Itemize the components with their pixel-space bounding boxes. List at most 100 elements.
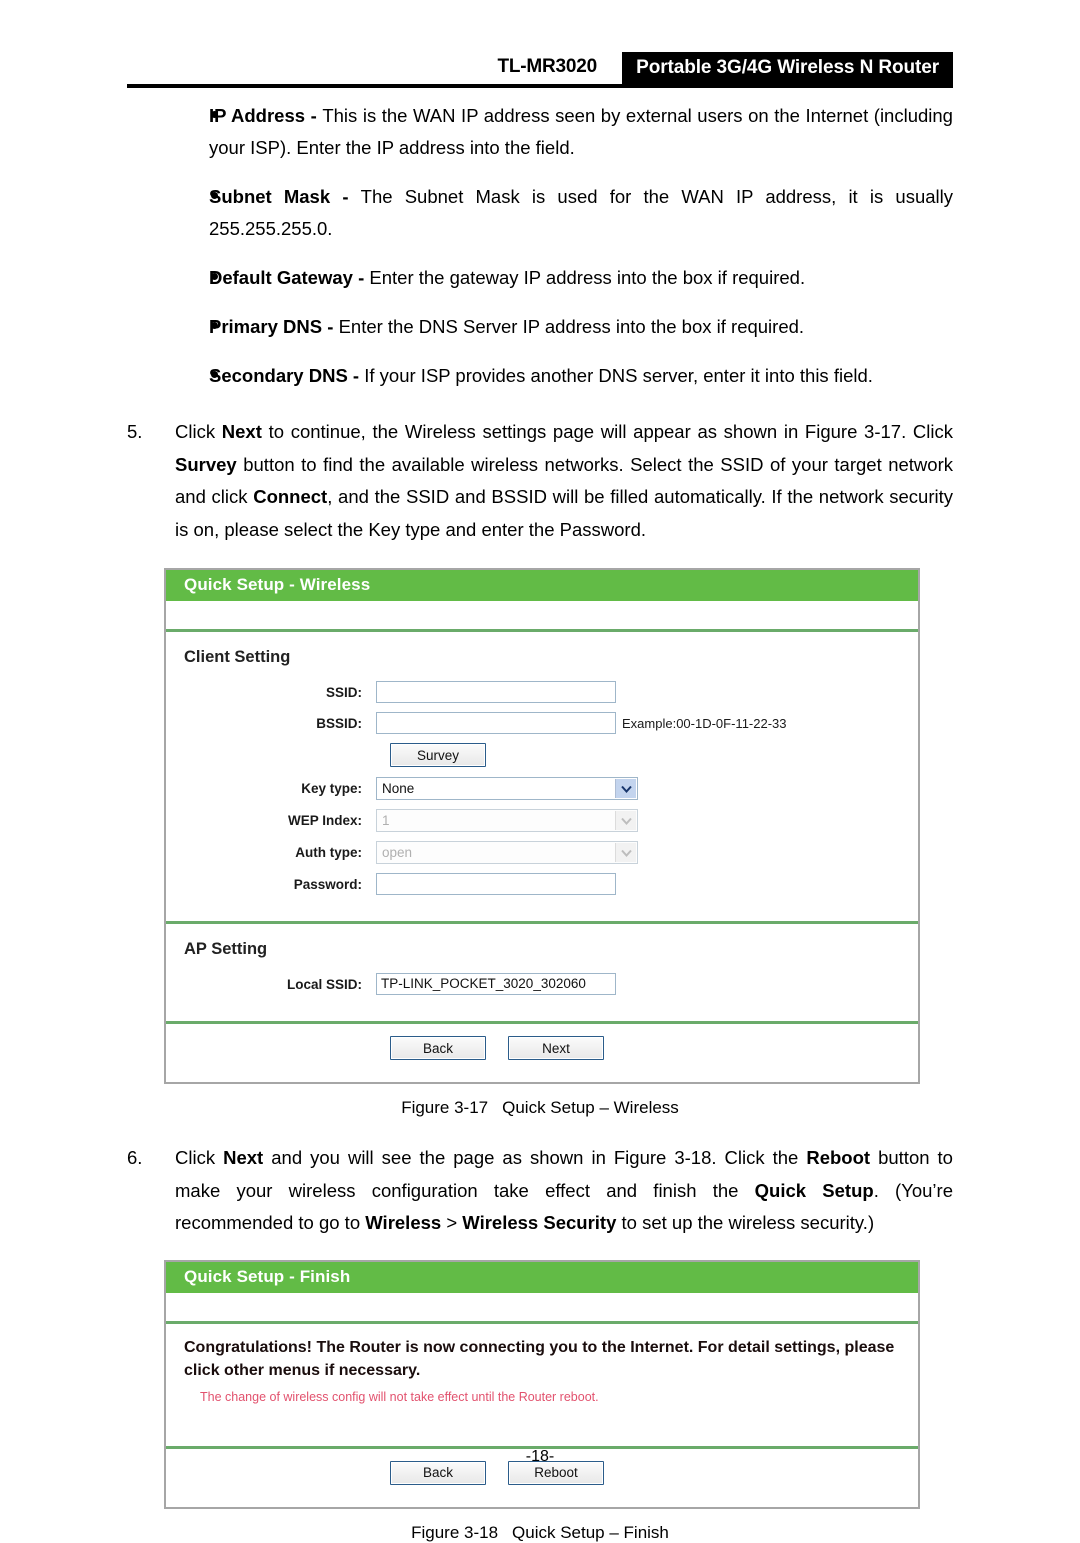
step-text: to continue, the Wireless settings page … xyxy=(261,421,953,442)
keytype-value: None xyxy=(382,781,415,796)
step-emphasis: Reboot xyxy=(806,1147,871,1168)
bullet-dash: - xyxy=(305,105,323,126)
panel-title-gap xyxy=(166,601,918,632)
chevron-down-icon[interactable] xyxy=(615,779,636,798)
bullet-dot-icon xyxy=(211,371,218,378)
quick-setup-finish-panel: Quick Setup - Finish Congratulations! Th… xyxy=(164,1259,920,1509)
bullet-term: Default Gateway xyxy=(209,267,353,288)
step-number: 6. xyxy=(127,1147,143,1168)
list-item: Secondary DNS - If your ISP provides ano… xyxy=(127,360,953,392)
bullet-text: Enter the DNS Server IP address into the… xyxy=(338,316,805,337)
survey-button[interactable]: Survey xyxy=(390,743,486,767)
list-item: Primary DNS - Enter the DNS Server IP ad… xyxy=(127,311,953,343)
step-emphasis: Wireless xyxy=(365,1212,442,1233)
list-item: Default Gateway - Enter the gateway IP a… xyxy=(127,262,953,294)
ssid-label: SSID: xyxy=(325,684,362,700)
panel-title-wireless: Quick Setup - Wireless xyxy=(166,570,918,601)
survey-row: Survey xyxy=(166,743,918,767)
wepindex-select: 1 xyxy=(376,809,638,832)
step-5-paragraph: 5. Click Next to continue, the Wireless s… xyxy=(127,416,953,546)
local-ssid-label: Local SSID: xyxy=(286,976,362,992)
bullet-dash: - xyxy=(352,267,370,288)
header-model-name: TL-MR3020 xyxy=(497,56,597,77)
step-emphasis: Survey xyxy=(175,453,237,475)
bssid-row: BSSID: Example:00-1D-0F-11-22-33 xyxy=(166,712,918,734)
figure-17-label: Figure 3-17 xyxy=(401,1098,489,1117)
figure-17-title: Quick Setup – Wireless xyxy=(502,1098,679,1117)
bullet-dot-icon xyxy=(211,192,218,199)
keytype-select[interactable]: None xyxy=(376,777,638,800)
ssid-row: SSID: xyxy=(166,681,918,703)
figure-18-caption: Figure 3-18 Quick Setup – Finish xyxy=(127,1523,953,1543)
bullet-dot-icon xyxy=(211,273,218,280)
step-text: > xyxy=(441,1212,463,1233)
local-ssid-input[interactable]: TP-LINK_POCKET_3020_302060 xyxy=(376,973,616,995)
authtype-select: open xyxy=(376,841,638,864)
back-button[interactable]: Back xyxy=(390,1036,486,1060)
step-emphasis: Connect xyxy=(253,486,328,507)
bullet-dash: - xyxy=(322,316,339,337)
bullet-text: Enter the gateway IP address into the bo… xyxy=(369,267,806,288)
wepindex-row: WEP Index: 1 xyxy=(166,809,918,832)
step-text: Click xyxy=(175,1147,224,1168)
bullet-dash: - xyxy=(330,186,361,207)
ssid-input[interactable] xyxy=(376,681,616,703)
password-input[interactable] xyxy=(376,873,616,895)
keytype-row: Key type: None xyxy=(166,777,918,800)
panel-title-gap xyxy=(166,1292,918,1324)
page-header: TL-MR3020 Portable 3G/4G Wireless N Rout… xyxy=(127,52,953,86)
bssid-input[interactable] xyxy=(376,712,616,734)
step-emphasis: Wireless Security xyxy=(462,1212,617,1233)
panel-body-wireless: Client Setting SSID: BSSID: Example:00-1… xyxy=(166,632,918,1082)
bssid-example-hint: Example:00-1D-0F-11-22-33 xyxy=(622,715,787,731)
figure-17-caption: Figure 3-17 Quick Setup – Wireless xyxy=(127,1098,953,1118)
bullet-term: Secondary DNS xyxy=(209,365,348,386)
bullet-dot-icon xyxy=(211,322,218,329)
local-ssid-row: Local SSID: TP-LINK_POCKET_3020_302060 xyxy=(166,973,918,995)
bullet-term: Subnet Mask xyxy=(209,186,331,207)
bullet-term: Primary DNS xyxy=(209,316,323,337)
panel-body-finish: Congratulations! The Router is now conne… xyxy=(166,1323,918,1507)
page-number: -18- xyxy=(525,1448,555,1465)
header-rule xyxy=(127,84,953,88)
step-emphasis: Quick Setup xyxy=(754,1179,874,1201)
figure-18-title: Quick Setup – Finish xyxy=(512,1522,669,1542)
page-content: IP Address - This is the WAN IP address … xyxy=(127,100,953,1543)
step-emphasis: Next xyxy=(221,421,262,442)
ap-setting-heading: AP Setting xyxy=(184,940,268,958)
header-product-banner: Portable 3G/4G Wireless N Router xyxy=(622,52,953,85)
keytype-label: Key type: xyxy=(301,781,362,796)
authtype-value: open xyxy=(382,845,413,860)
section-separator xyxy=(166,921,918,924)
step-text: and you will see the page as shown in Fi… xyxy=(263,1147,807,1168)
chevron-down-icon xyxy=(615,843,636,862)
password-row: Password: xyxy=(166,873,918,895)
reboot-warning-note: The change of wireless config will not t… xyxy=(200,1389,599,1404)
next-button[interactable]: Next xyxy=(508,1036,604,1060)
bullet-dash: - xyxy=(347,365,365,386)
step-number: 5. xyxy=(127,421,143,442)
wireless-button-bar: Back Next xyxy=(166,1024,918,1072)
congratulations-message: Congratulations! The Router is now conne… xyxy=(184,1338,895,1379)
step-text: Click xyxy=(175,421,222,442)
list-item: IP Address - This is the WAN IP address … xyxy=(127,100,953,164)
chevron-down-icon xyxy=(615,811,636,830)
authtype-row: Auth type: open xyxy=(166,841,918,864)
step-6-paragraph: 6. Click Next and you will see the page a… xyxy=(127,1142,953,1240)
client-setting-heading: Client Setting xyxy=(184,648,291,666)
panel-title-finish: Quick Setup - Finish xyxy=(166,1261,918,1293)
bssid-label: BSSID: xyxy=(316,715,362,731)
wepindex-label: WEP Index: xyxy=(287,813,362,828)
bullet-term: IP Address xyxy=(209,105,306,126)
figure-18-label: Figure 3-18 xyxy=(411,1522,499,1542)
quick-setup-wireless-panel: Quick Setup - Wireless Client Setting SS… xyxy=(164,568,920,1084)
step-text: to set up the wireless security.) xyxy=(616,1212,875,1233)
list-item: Subnet Mask - The Subnet Mask is used fo… xyxy=(127,181,953,245)
authtype-label: Auth type: xyxy=(295,845,362,860)
password-label: Password: xyxy=(293,876,362,892)
wepindex-value: 1 xyxy=(382,813,390,828)
wan-settings-bullet-list: IP Address - This is the WAN IP address … xyxy=(127,100,953,392)
bullet-text: If your ISP provides another DNS server,… xyxy=(364,365,873,386)
step-emphasis: Next xyxy=(223,1147,264,1168)
bullet-dot-icon xyxy=(211,111,218,118)
